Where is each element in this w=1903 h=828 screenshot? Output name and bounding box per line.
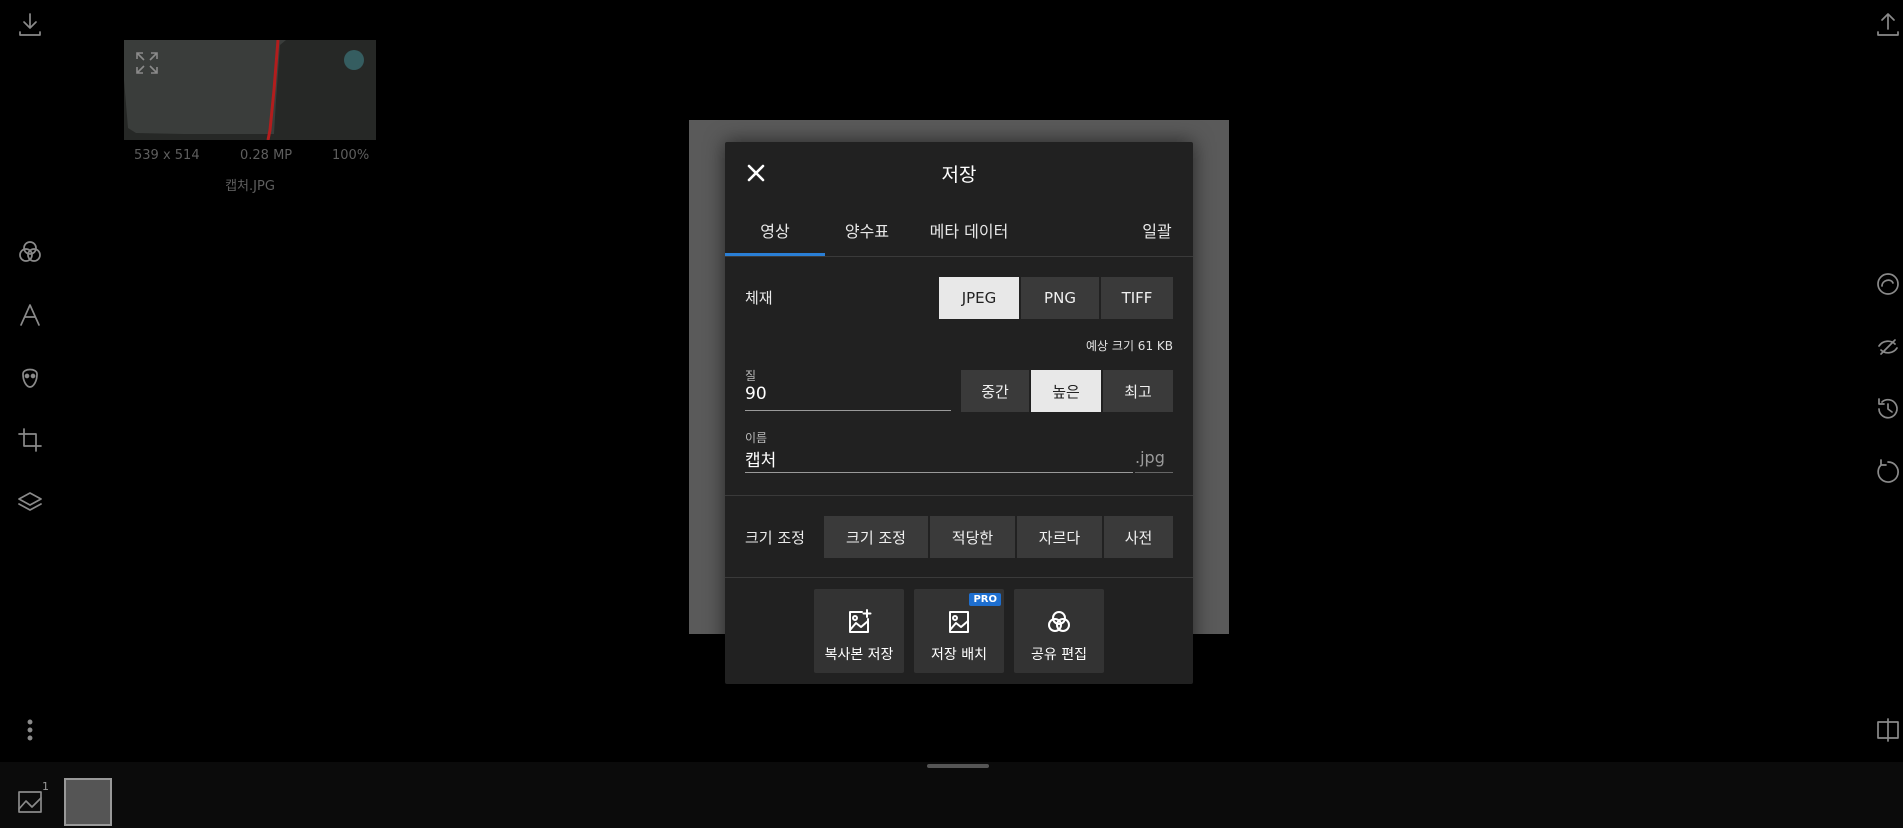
undo-icon[interactable] [1873,456,1903,486]
divider [725,577,1193,578]
name-label: 이름 [745,431,768,445]
file-name: 캡처.JPG [225,179,275,194]
crop-icon[interactable] [15,425,45,455]
bottom-bar [0,762,1903,828]
format-png-button[interactable]: PNG [1021,277,1099,319]
resize-selector: 크기 조정 적당한 자르다 사전 [824,516,1173,558]
quality-medium-button[interactable]: 중간 [961,370,1029,412]
image-gallery-icon[interactable] [15,786,45,816]
history-icon[interactable] [1873,394,1903,424]
format-selector: JPEG PNG TIFF [939,277,1173,319]
batch-save-icon [944,607,974,637]
image-count-badge: 1 [42,780,49,793]
image-thumbnail[interactable] [64,778,112,826]
resize-label: 크기 조정 [745,529,805,547]
tab-metadata[interactable]: 메타 데이터 [909,210,1029,254]
zoom-level: 100% [332,148,370,163]
save-copy-icon [844,607,874,637]
share-edit-label: 공유 편집 [1031,647,1087,663]
share-edit-button[interactable]: 공유 편집 [1014,589,1104,673]
text-icon[interactable] [15,300,45,330]
filters-icon[interactable] [15,237,45,267]
pro-badge: PRO [969,593,1001,606]
resize-fit-button[interactable]: 적당한 [930,516,1015,558]
expand-icon[interactable] [134,50,160,76]
quality-preset-selector: 중간 높은 최고 [961,370,1173,412]
format-jpeg-button[interactable]: JPEG [939,277,1019,319]
format-label: 체재 [745,289,773,307]
name-input[interactable]: 캡처 [745,446,1125,471]
no-edit-icon[interactable] [1873,332,1903,362]
resize-preset-button[interactable]: 사전 [1104,516,1173,558]
quality-input-underline [745,410,951,411]
histogram-panel [124,40,376,140]
format-tiff-button[interactable]: TIFF [1101,277,1173,319]
quality-high-button[interactable]: 높은 [1031,370,1101,412]
divider [725,495,1193,496]
quality-input[interactable]: 90 [745,384,951,404]
file-extension: .jpg [1135,448,1165,467]
extension-underline [1135,472,1173,473]
save-copy-button[interactable]: 복사본 저장 [814,589,904,673]
tab-batch[interactable]: 일괄 [1121,210,1193,254]
download-icon[interactable] [15,9,45,39]
upload-icon[interactable] [1873,9,1903,39]
save-dialog: 저장 영상 양수표 메타 데이터 일괄 체재 JPEG PNG TIFF 예상 … [725,142,1193,684]
tab-watermark[interactable]: 양수표 [825,210,909,254]
save-copy-label: 복사본 저장 [824,647,894,663]
name-input-underline [745,472,1133,473]
batch-save-label: 저장 배치 [931,647,987,663]
more-icon[interactable] [15,715,45,745]
divider [725,256,1193,257]
layers-icon[interactable] [15,487,45,517]
share-edit-icon [1044,607,1074,637]
compare-icon[interactable] [1873,715,1903,745]
drag-handle[interactable] [927,764,989,768]
tab-image[interactable]: 영상 [725,210,825,254]
face-icon[interactable] [15,362,45,392]
estimated-size: 예상 크기 61 KB [1086,339,1173,353]
image-megapixels: 0.28 MP [240,148,293,163]
auto-enhance-icon[interactable] [1873,269,1903,299]
image-dimensions: 539 x 514 [134,148,200,163]
dialog-title: 저장 [941,164,977,186]
quality-best-button[interactable]: 최고 [1103,370,1173,412]
resize-none-button[interactable]: 크기 조정 [824,516,928,558]
quality-label: 질 [745,369,757,383]
resize-crop-button[interactable]: 자르다 [1017,516,1102,558]
batch-save-button[interactable]: PRO 저장 배치 [914,589,1004,673]
